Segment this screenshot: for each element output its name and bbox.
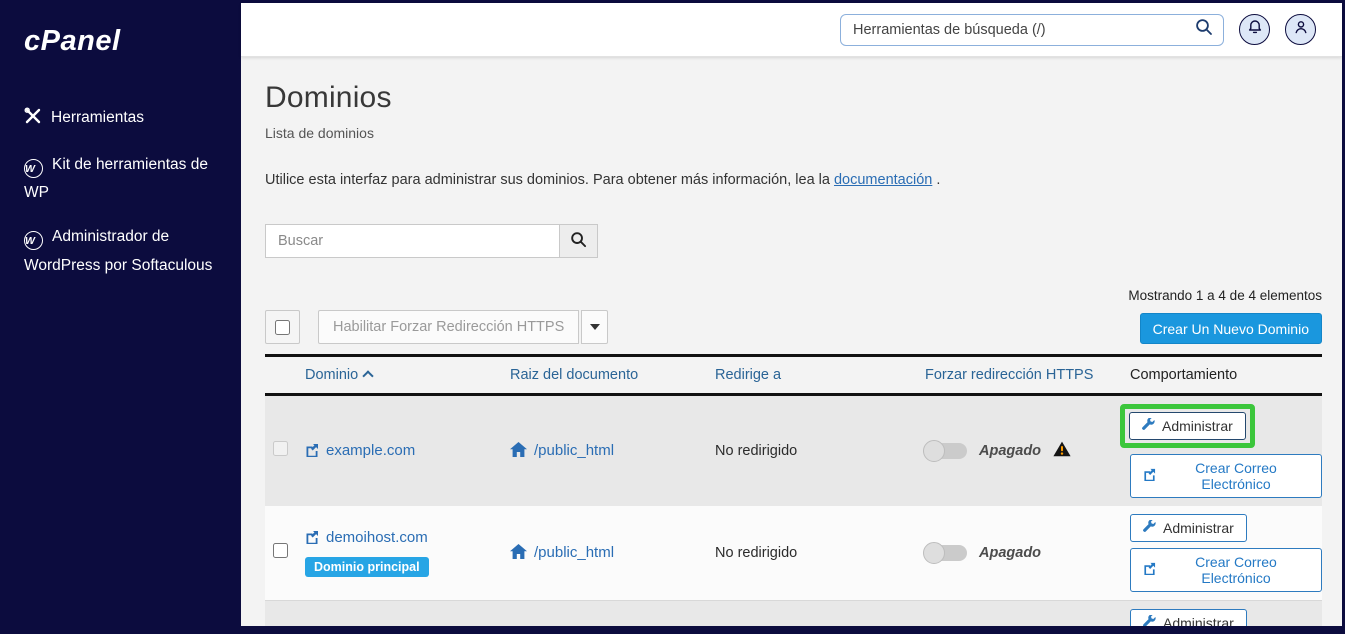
page-title: Dominios (265, 81, 1322, 115)
bulk-https-button[interactable]: Habilitar Forzar Redirección HTTPS (318, 310, 579, 344)
wrench-icon (1143, 520, 1156, 536)
docroot-link[interactable]: /public_html (510, 544, 614, 561)
table-search-button[interactable] (560, 224, 598, 258)
column-header-docroot[interactable]: Raiz del documento (510, 367, 715, 383)
wrench-icon (1142, 418, 1155, 434)
sidebar-item-herramientas[interactable]: Herramientas (24, 104, 219, 136)
sidebar-item-label: Kit de herramientas de WP (24, 156, 208, 202)
chevron-down-icon (590, 324, 600, 330)
toggle-knob (923, 440, 945, 462)
create-email-button[interactable]: Crear Correo Electrónico (1130, 548, 1322, 592)
primary-domain-badge: Dominio principal (305, 557, 429, 577)
wordpress-icon: W (24, 231, 43, 250)
table-row: demoihost.com Dominio principal /public_… (265, 506, 1322, 601)
sidebar-item-wp-toolkit[interactable]: WKit de herramientas de WP (24, 151, 219, 208)
select-all-checkbox[interactable] (275, 320, 290, 335)
table-search (265, 224, 1322, 258)
sidebar: cPanel Herramientas WKit de herramientas… (0, 3, 241, 626)
app-window: cPanel Herramientas WKit de herramientas… (0, 0, 1345, 634)
select-all-button[interactable] (265, 310, 300, 344)
bulk-actions: Habilitar Forzar Redirección HTTPS (265, 310, 608, 344)
https-toggle[interactable] (925, 443, 967, 459)
tools-icon (24, 107, 42, 136)
create-email-button[interactable]: Crear Correo Electrónico (1130, 454, 1322, 498)
highlight-box: Administrar (1120, 404, 1255, 448)
cpanel-logo: cPanel (24, 25, 219, 58)
table-row: example.com /public_html No redirigido A… (265, 396, 1322, 506)
column-header-redirect[interactable]: Redirige a (715, 367, 925, 383)
redirect-status: No redirigido (715, 443, 925, 459)
table-row: fc.demoihost.com /fc.demoihost.com No re… (265, 601, 1322, 626)
redirect-status: No redirigido (715, 545, 925, 561)
https-toggle[interactable] (925, 545, 967, 561)
row-checkbox[interactable] (273, 543, 288, 558)
column-header-domain[interactable]: Dominio (305, 367, 510, 383)
global-search (840, 14, 1224, 46)
table-search-input[interactable] (265, 224, 560, 258)
description-tail: . (932, 172, 940, 188)
external-link-icon (305, 444, 319, 461)
https-state-label: Apagado (979, 545, 1041, 561)
domain-link[interactable]: demoihost.com (305, 529, 428, 546)
toolbar-right: Mostrando 1 a 4 de 4 elementos Crear Un … (1128, 288, 1322, 344)
sidebar-item-label: Administrador de WordPress por Softaculo… (24, 228, 212, 274)
table-header-row: Dominio Raiz del documento Redirige a Fo… (265, 357, 1322, 396)
toggle-knob (923, 542, 945, 564)
warning-icon (1053, 441, 1071, 462)
manage-button[interactable]: Administrar (1130, 609, 1247, 626)
main-area: Dominios Lista de dominios Utilice esta … (241, 3, 1342, 626)
https-state-label: Apagado (979, 443, 1041, 459)
manage-button[interactable]: Administrar (1129, 412, 1246, 440)
pagination-summary: Mostrando 1 a 4 de 4 elementos (1128, 288, 1322, 303)
external-link-icon (1143, 468, 1156, 484)
bell-icon (1247, 19, 1263, 40)
content: Dominios Lista de dominios Utilice esta … (241, 57, 1342, 626)
wrench-icon (1143, 615, 1156, 626)
manage-button[interactable]: Administrar (1130, 514, 1247, 542)
page-description: Utilice esta interfaz para administrar s… (265, 172, 1322, 188)
home-icon (510, 444, 527, 461)
external-link-icon (1143, 562, 1156, 578)
bulk-https-split-button: Habilitar Forzar Redirección HTTPS (318, 310, 608, 344)
docroot-link[interactable]: /public_html (510, 442, 614, 459)
column-header-behavior: Comportamiento (1130, 367, 1322, 383)
page-subtitle: Lista de dominios (265, 125, 1322, 141)
topbar (241, 3, 1342, 57)
description-text: Utilice esta interfaz para administrar s… (265, 172, 834, 188)
user-icon (1293, 19, 1309, 40)
search-icon (570, 231, 587, 251)
home-icon (510, 546, 527, 563)
row-checkbox[interactable] (273, 441, 288, 456)
global-search-input[interactable] (853, 22, 1195, 38)
bulk-actions-dropdown[interactable] (581, 310, 608, 344)
domain-link[interactable]: example.com (305, 442, 415, 459)
column-header-https[interactable]: Forzar redirección HTTPS (925, 367, 1130, 383)
sidebar-item-wp-softaculous[interactable]: WAdministrador de WordPress por Softacul… (24, 223, 219, 280)
documentation-link[interactable]: documentación (834, 172, 932, 188)
notifications-button[interactable] (1239, 14, 1270, 45)
external-link-icon (305, 531, 319, 548)
wordpress-icon: W (24, 159, 43, 178)
sort-asc-icon (363, 370, 374, 381)
create-domain-button[interactable]: Crear Un Nuevo Dominio (1140, 313, 1322, 344)
domains-table: Dominio Raiz del documento Redirige a Fo… (265, 354, 1322, 626)
table-toolbar: Habilitar Forzar Redirección HTTPS Mostr… (265, 288, 1322, 344)
search-icon (1195, 18, 1213, 41)
sidebar-item-label: Herramientas (51, 109, 144, 126)
user-menu-button[interactable] (1285, 14, 1316, 45)
